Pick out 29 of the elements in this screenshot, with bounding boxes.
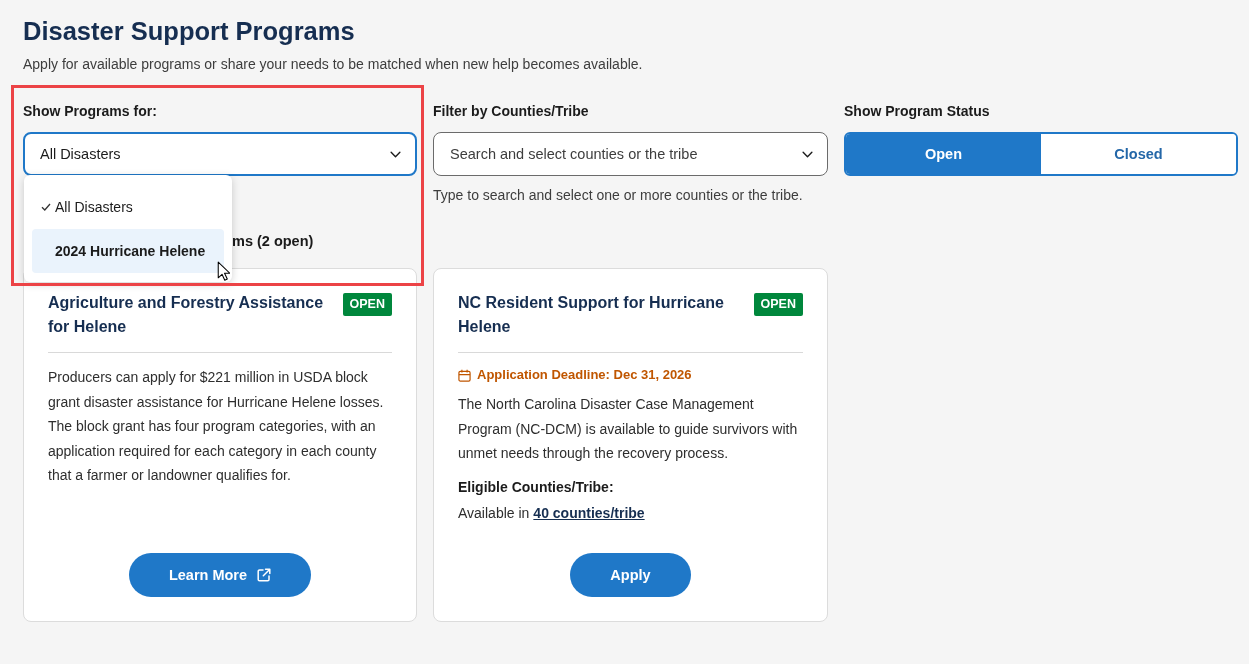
- program-title: NC Resident Support for Hurricane Helene: [458, 293, 725, 337]
- external-link-icon: [257, 568, 272, 582]
- page-title: Disaster Support Programs: [23, 16, 356, 47]
- disaster-select[interactable]: All Disasters: [23, 132, 417, 176]
- counties-link[interactable]: 40 counties/tribe: [533, 501, 645, 524]
- program-title: Agriculture and Forestry Assistance for Helene: [48, 293, 325, 337]
- dropdown-option[interactable]: 2024 Hurricane Helene: [32, 229, 224, 273]
- page-subtitle: Apply for available programs or share your needs to be matched when new help becomes available.: [23, 55, 644, 74]
- check-icon: [41, 203, 51, 211]
- helper-text: Type to search and select one or more counties or the tribe.: [433, 186, 804, 205]
- eligibility-heading: Eligible Counties/Tribe:: [458, 477, 615, 497]
- chevron-down-icon: [802, 150, 813, 158]
- chevron-down-icon: [390, 150, 401, 158]
- filter-label: Filter by Counties/Tribe: [433, 102, 590, 121]
- status-badge: OPEN: [342, 293, 392, 316]
- filter-label: Show Programs for:: [23, 102, 158, 121]
- status-toggle[interactable]: Open: [846, 134, 1041, 174]
- filter-label: Show Program Status: [844, 102, 991, 121]
- calendar-icon: [458, 368, 471, 382]
- status-badge: OPEN: [753, 293, 803, 316]
- county-search-select[interactable]: Search and select counties or the tribe: [433, 132, 828, 176]
- results-count: ms (2 open): [232, 232, 315, 251]
- dropdown-option[interactable]: All Disasters: [32, 185, 224, 229]
- program-description: Producers can apply for $221 million in USDA block grant disaster assistance for Hurricane Helene losses. The block grant has four program categories, with an application required for each category in each county that a farmer or landowner qualifies for.: [48, 368, 385, 485]
- program-action-button[interactable]: Learn More: [128, 553, 312, 597]
- eligibility-text: Available in: [458, 503, 530, 523]
- program-description: The North Carolina Disaster Case Management Program (NC-DCM) is available to guide survivors with unmet needs through the recovery process.: [458, 395, 799, 463]
- program-action-button[interactable]: Apply: [570, 553, 691, 597]
- deadline-text: Application Deadline: Dec 31, 2026: [477, 366, 692, 384]
